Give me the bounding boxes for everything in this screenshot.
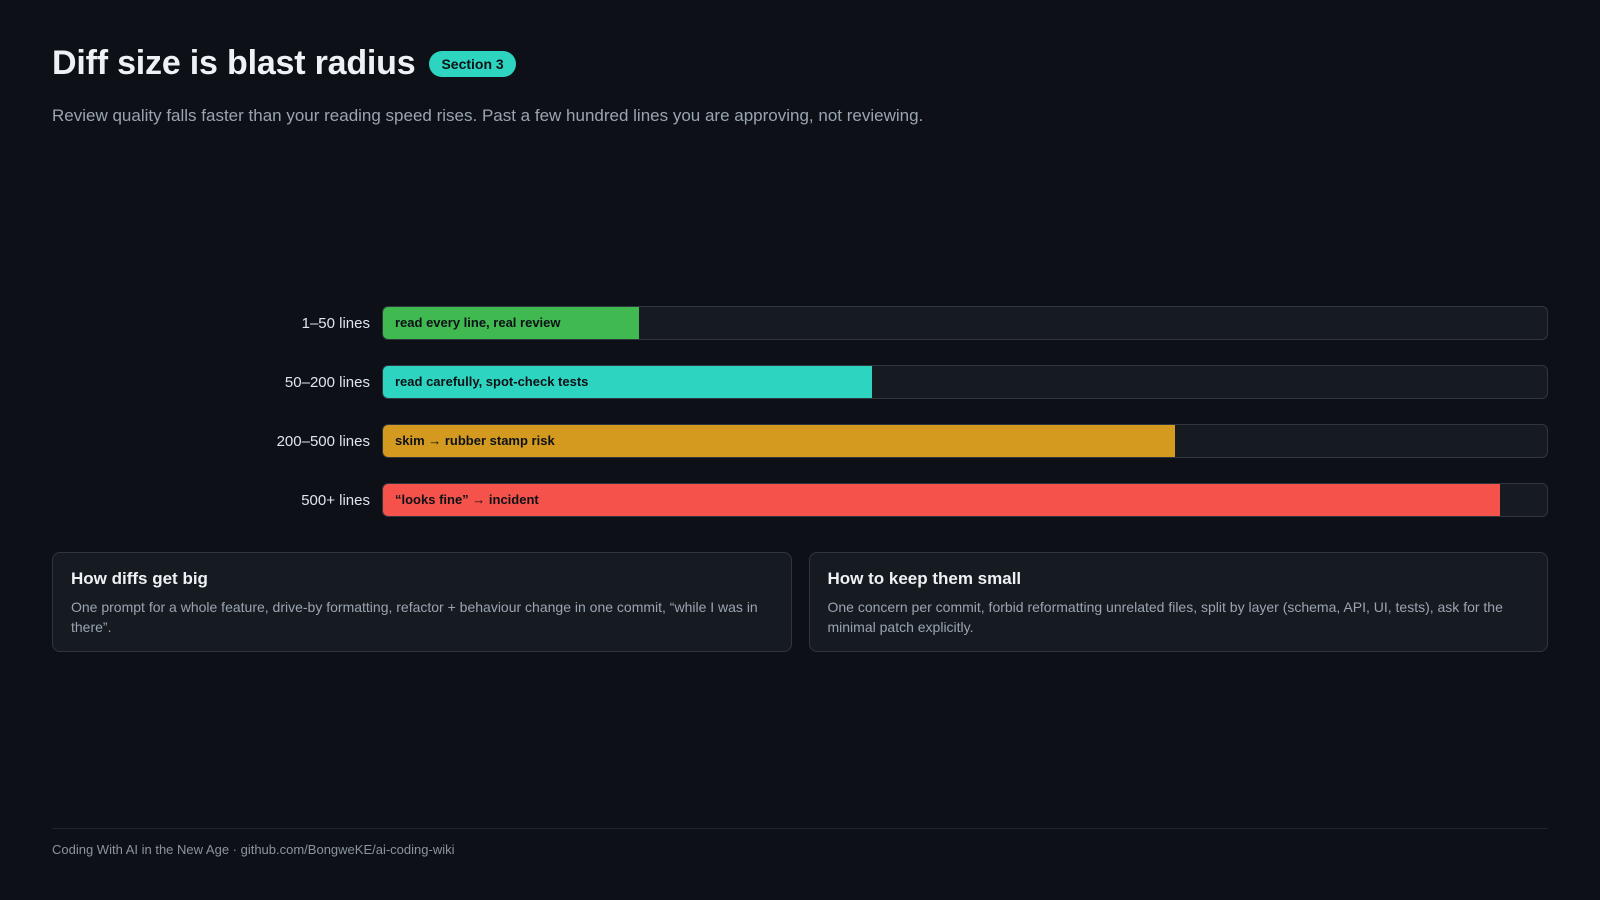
chart-row: 1–50 lines read every line, real review: [52, 306, 1548, 340]
bar-label: read carefully, spot-check tests: [395, 374, 589, 389]
bar-track: read carefully, spot-check tests: [382, 365, 1548, 399]
footer-text: Coding With AI in the New Age · github.c…: [52, 842, 455, 857]
card-how-to-keep-them-small: How to keep them small One concern per c…: [808, 552, 1548, 652]
category-label: 50–200 lines: [284, 373, 370, 391]
card-body: One concern per commit, forbid reformatt…: [827, 599, 1503, 635]
bar-track: read every line, real review: [382, 306, 1548, 340]
footer-divider: [52, 828, 1548, 829]
bar: “looks fine” → incident: [383, 484, 1501, 516]
category-label: 1–50 lines: [301, 314, 370, 332]
bar-label: skim → rubber stamp risk: [395, 433, 555, 448]
bar-label: “looks fine” → incident: [395, 492, 539, 507]
page-subtitle: Review quality falls faster than your re…: [52, 106, 924, 125]
page-title: Diff size is blast radius: [52, 44, 416, 82]
section-badge: Section 3: [429, 50, 516, 77]
bar-track: “looks fine” → incident: [382, 483, 1548, 517]
bar-track: skim → rubber stamp risk: [382, 424, 1548, 458]
bar: read every line, real review: [383, 307, 640, 339]
bar-label: read every line, real review: [395, 315, 561, 330]
category-label: 500+ lines: [301, 491, 370, 509]
card-body: One prompt for a whole feature, drive-by…: [71, 599, 758, 635]
card-how-diffs-get-big: How diffs get big One prompt for a whole…: [52, 552, 792, 652]
chart-row: 200–500 lines skim → rubber stamp risk: [52, 424, 1548, 458]
card-title: How to keep them small: [827, 569, 1022, 588]
diff-size-bar-chart: 1–50 lines read every line, real review 50…: [52, 306, 1548, 542]
chart-row: 50–200 lines read carefully, spot-check t…: [52, 365, 1548, 399]
card-title: How diffs get big: [71, 569, 208, 588]
category-label: 200–500 lines: [276, 432, 370, 450]
chart-row: 500+ lines “looks fine” → incident: [52, 483, 1548, 517]
info-cards: How diffs get big One prompt for a whole…: [52, 552, 1548, 652]
slide-header: Diff size is blast radius Section 3: [52, 44, 516, 83]
bar: read carefully, spot-check tests: [383, 366, 872, 398]
bar: skim → rubber stamp risk: [383, 425, 1175, 457]
